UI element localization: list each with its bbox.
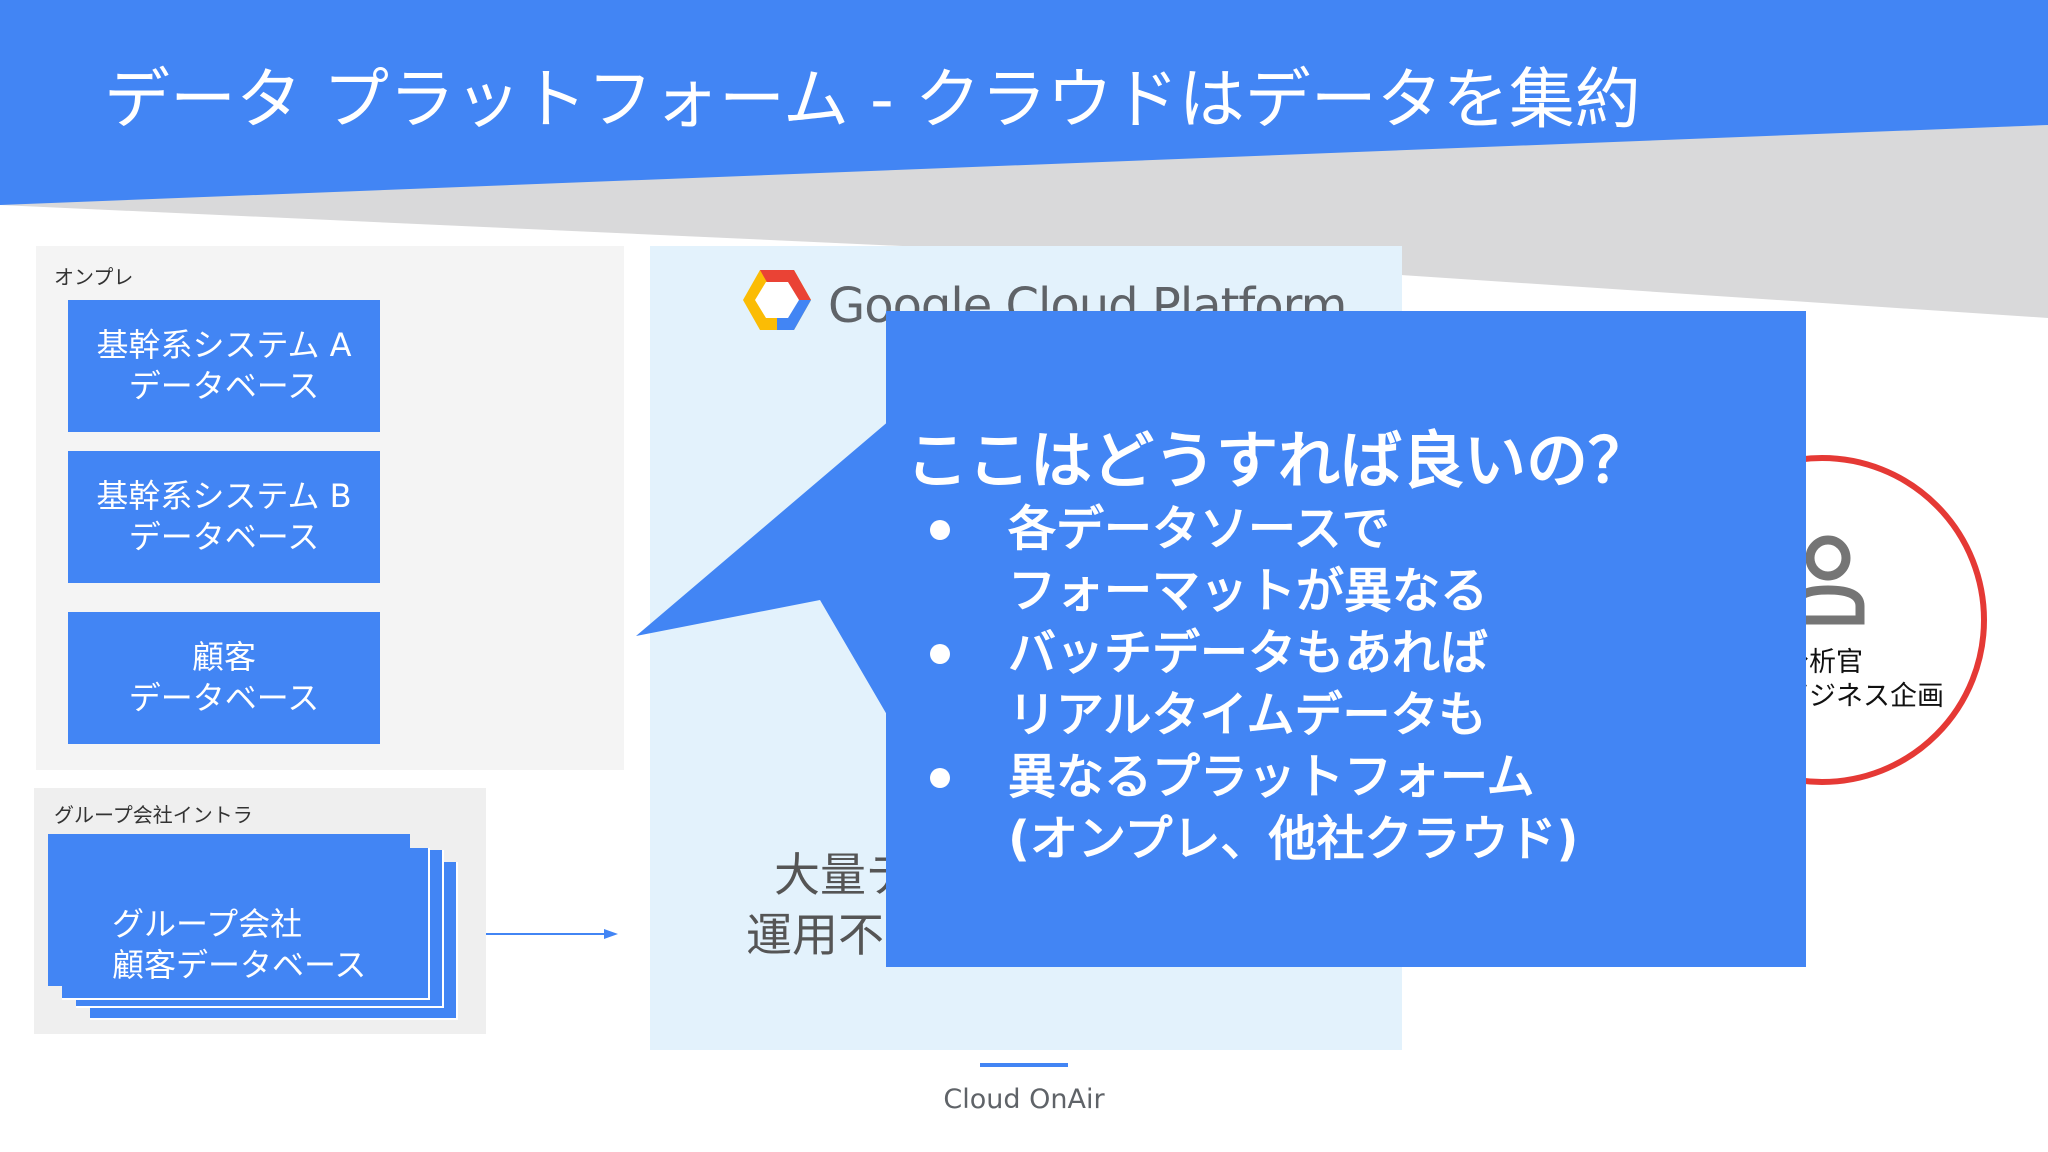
bullet-formats-line1: 各データソースで [1008,501,1390,557]
bullet-dot [930,520,950,540]
bullet-batch-realtime: バッチデータもあれば リアルタイムデータも [920,622,1800,746]
bullet-dot [930,768,950,788]
callout-question: ここはどうすれば良いの？ [906,424,1651,497]
bullet-platforms-line2: (オンプレ、他社クラウド) [1008,811,1579,867]
bullet-formats: 各データソースで フォーマットが異なる [920,498,1800,622]
bullet-formats-line2: フォーマットが異なる [1008,563,1489,619]
bullet-dot [930,644,950,664]
footer-brand: Cloud OnAir [943,1084,1105,1115]
bullet-platforms-line1: 異なるプラットフォーム [1008,749,1535,805]
bullet-batch-line2: リアルタイムデータも [1008,687,1487,743]
callout-bullets: 各データソースで フォーマットが異なる バッチデータもあれば リアルタイムデータ… [920,498,1800,870]
bullet-platforms: 異なるプラットフォーム (オンプレ、他社クラウド) [920,746,1800,870]
footer-accent-bar [980,1063,1068,1067]
slide: データ プラットフォーム - クラウドはデータを集約 オンプレ 基幹系システム … [0,0,2048,1152]
bullet-batch-line1: バッチデータもあれば [1008,625,1489,681]
